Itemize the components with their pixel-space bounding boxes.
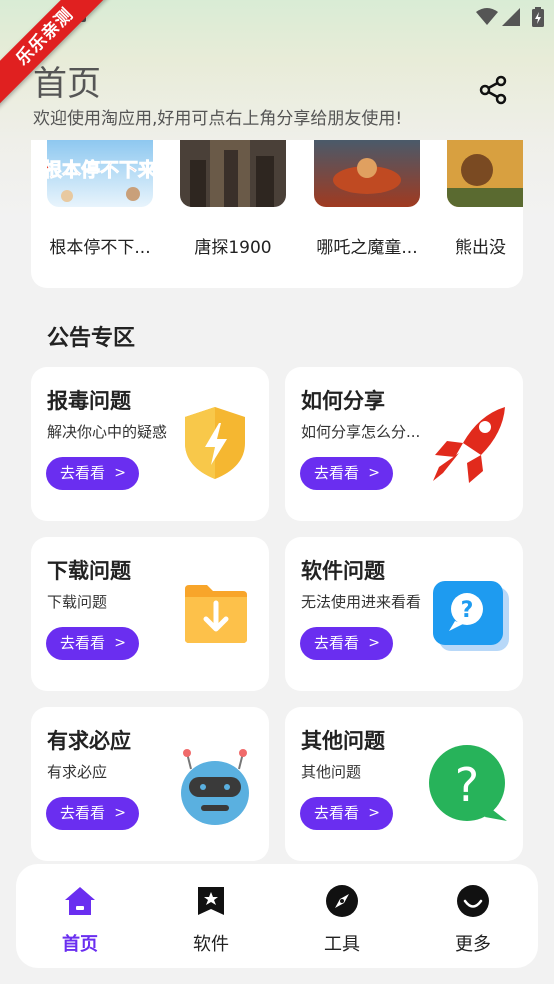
bottom-nav: 首页 软件 工具 更多	[16, 864, 538, 968]
view-button[interactable]: 去看看 >	[300, 797, 393, 830]
card-desc: 如何分享怎么分...	[301, 423, 421, 441]
chevron-right-icon: >	[368, 465, 380, 481]
smile-icon	[457, 885, 489, 917]
svg-text:?: ?	[455, 758, 479, 812]
card-title: 如何分享	[301, 389, 385, 413]
wifi-icon	[476, 8, 498, 25]
view-button[interactable]: 去看看 >	[300, 627, 393, 660]
movie-poster	[447, 140, 523, 207]
card-title: 软件问题	[301, 559, 385, 583]
page-subtitle: 欢迎使用淘应用,好用可点右上角分享给朋友使用!	[33, 109, 403, 129]
nav-software[interactable]: 软件	[161, 864, 261, 968]
movie-carousel: 根本停不下来 根本停不下... 唐探1900 哪吒之魔童... 熊出没	[31, 140, 523, 288]
movie-poster: 根本停不下来	[43, 140, 157, 207]
bookmark-star-icon	[198, 887, 224, 915]
page-title: 首页	[33, 64, 101, 104]
nav-label: 首页	[62, 934, 98, 955]
compass-icon	[326, 885, 358, 917]
nav-label: 工具	[324, 934, 360, 955]
movie-title: 唐探1900	[194, 238, 272, 258]
chevron-right-icon: >	[114, 635, 126, 651]
chevron-right-icon: >	[368, 805, 380, 821]
chevron-right-icon: >	[114, 805, 126, 821]
view-button[interactable]: 去看看 >	[46, 457, 139, 490]
notice-card[interactable]: 下载问题 下载问题 去看看 >	[31, 537, 269, 691]
robot-icon	[181, 749, 249, 825]
card-desc: 解决你心中的疑惑	[47, 423, 168, 441]
poster-text: 根本停不下来	[47, 158, 153, 181]
home-icon	[65, 887, 95, 915]
section-title: 公告专区	[47, 326, 136, 351]
download-folder-icon	[185, 585, 247, 643]
chevron-right-icon: >	[114, 465, 126, 481]
rocket-icon	[433, 407, 505, 483]
share-icon[interactable]	[477, 74, 509, 106]
card-title: 其他问题	[301, 729, 385, 753]
signal-icon	[502, 8, 520, 26]
movie-title: 根本停不下...	[49, 238, 151, 258]
notice-card[interactable]: 有求必应 有求必应 去看看 >	[31, 707, 269, 861]
notice-card[interactable]: 其他问题 其他问题 去看看 > ?	[285, 707, 523, 861]
card-title: 报毒问题	[47, 389, 131, 413]
card-desc: 无法使用进来看看	[301, 593, 422, 611]
nav-tools[interactable]: 工具	[292, 864, 392, 968]
movie-item[interactable]: 根本停不下来 根本停不下...	[43, 140, 157, 258]
nav-label: 软件	[193, 934, 229, 955]
movie-item[interactable]: 熊出没	[445, 140, 523, 258]
card-title: 有求必应	[47, 729, 131, 753]
movie-title: 哪吒之魔童...	[316, 238, 418, 258]
notice-card[interactable]: 如何分享 如何分享怎么分... 去看看 >	[285, 367, 523, 521]
notice-card[interactable]: 软件问题 无法使用进来看看 去看看 > ?	[285, 537, 523, 691]
movie-title: 熊出没	[455, 238, 506, 258]
card-desc: 其他问题	[301, 763, 362, 781]
card-desc: 下载问题	[47, 593, 108, 611]
view-button[interactable]: 去看看 >	[46, 797, 139, 830]
view-button[interactable]: 去看看 >	[300, 457, 393, 490]
card-desc: 有求必应	[47, 763, 108, 781]
notice-card[interactable]: 报毒问题 解决你心中的疑惑 去看看 >	[31, 367, 269, 521]
svg-text:?: ?	[461, 598, 474, 623]
nav-home[interactable]: 首页	[30, 864, 130, 968]
movie-poster	[314, 140, 420, 207]
movie-item[interactable]: 唐探1900	[178, 140, 288, 258]
card-title: 下载问题	[47, 559, 131, 583]
chevron-right-icon: >	[368, 635, 380, 651]
nav-more[interactable]: 更多	[423, 864, 523, 968]
question-chat-icon: ?	[433, 581, 509, 651]
view-button[interactable]: 去看看 >	[46, 627, 139, 660]
help-bubble-icon: ?	[429, 745, 507, 821]
battery-charging-icon	[532, 7, 544, 27]
movie-poster	[180, 140, 286, 207]
nav-label: 更多	[455, 934, 491, 955]
shield-lightning-icon	[185, 407, 245, 479]
movie-item[interactable]: 哪吒之魔童...	[312, 140, 422, 258]
